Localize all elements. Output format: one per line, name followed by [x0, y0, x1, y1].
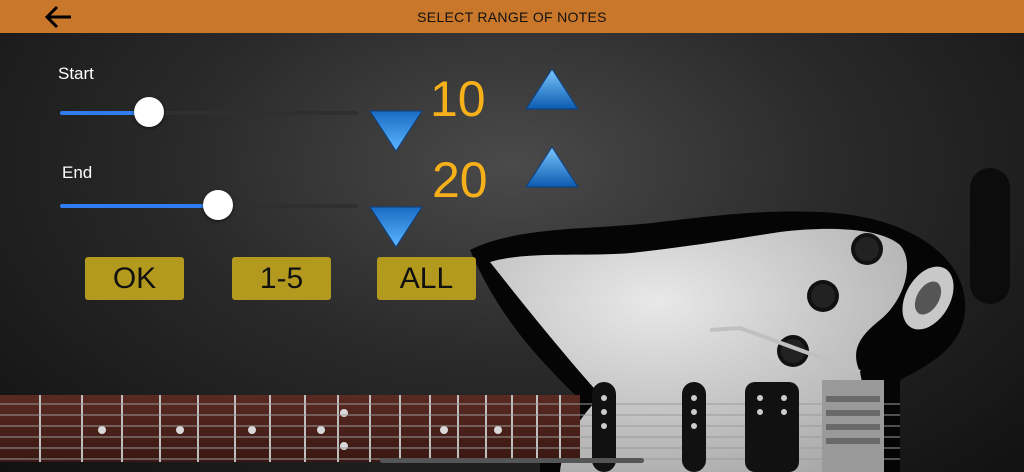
end-increase-arrow-icon[interactable] — [524, 145, 580, 189]
end-slider-thumb[interactable] — [202, 190, 233, 220]
guitar-image — [0, 211, 966, 472]
start-increase-arrow-icon[interactable] — [524, 67, 580, 111]
scroll-handle[interactable] — [970, 168, 1010, 304]
start-decrease-arrow-icon[interactable] — [368, 109, 424, 153]
arrow-left-icon[interactable] — [44, 4, 74, 30]
end-label: End — [62, 163, 93, 182]
ok-button[interactable]: OK — [85, 257, 184, 300]
end-decrease-arrow-icon[interactable] — [368, 205, 424, 249]
start-label: Start — [58, 64, 94, 83]
end-slider-fill — [60, 204, 218, 208]
start-value: 10 — [430, 71, 486, 127]
page-title: SELECT RANGE OF NOTES — [417, 8, 607, 25]
all-button[interactable]: ALL — [377, 257, 476, 300]
end-value: 20 — [432, 152, 488, 208]
header-bar: SELECT RANGE OF NOTES — [0, 0, 1024, 33]
range-1-5-button[interactable]: 1-5 — [232, 257, 331, 300]
start-slider[interactable] — [60, 111, 358, 115]
horizontal-scrollbar[interactable] — [380, 458, 644, 463]
